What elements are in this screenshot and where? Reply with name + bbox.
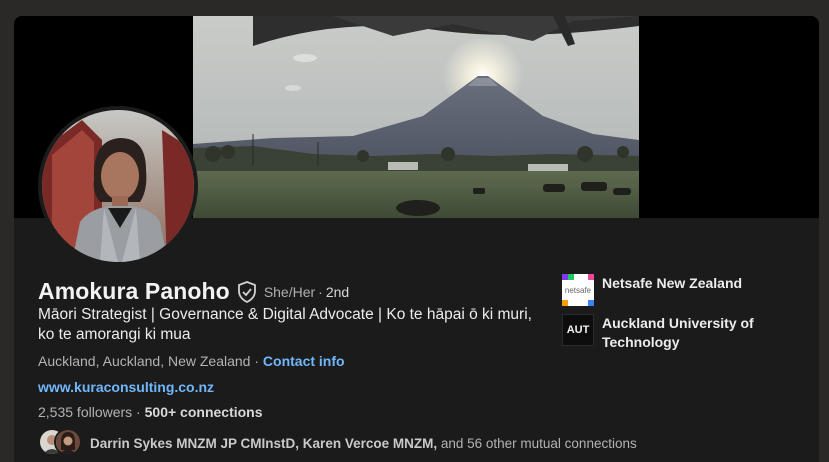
mutual-rest: and 56 other mutual connections	[437, 435, 637, 451]
followers-count: 2,535 followers	[38, 404, 133, 420]
profile-headline: Māori Strategist | Governance & Digital …	[38, 306, 532, 343]
company-name: Netsafe New Zealand	[602, 275, 743, 291]
profile-name: Amokura Panoho	[38, 278, 230, 304]
profile-card: Amokura Panoho She/Her · 2nd Māori Strat…	[14, 16, 819, 462]
name-row: Amokura Panoho She/Her · 2nd	[38, 278, 349, 305]
mutual-avatars	[38, 428, 84, 458]
connection-degree: 2nd	[325, 283, 350, 300]
experience-education-list: netsafe Netsafe New Zealand AUT Auckland…	[562, 274, 802, 360]
location-row: Auckland, Auckland, New Zealand · Contac…	[38, 353, 345, 369]
aut-logo-icon: AUT	[562, 314, 594, 346]
location-text: Auckland, Auckland, New Zealand	[38, 353, 251, 369]
connections-count[interactable]: 500+ connections	[145, 404, 263, 420]
banner-image	[193, 16, 639, 218]
aut-logo-text: AUT	[566, 324, 590, 336]
netsafe-logo-text: netsafe	[564, 285, 592, 295]
pronouns: She/Her	[263, 283, 316, 300]
separator-dot: ·	[318, 283, 323, 300]
netsafe-logo-icon: netsafe	[562, 274, 594, 306]
website-link[interactable]: www.kuraconsulting.co.nz	[38, 379, 214, 395]
mutual-connections-text[interactable]: Darrin Sykes MNZM JP CMInstD, Karen Verc…	[90, 436, 637, 451]
stats-row: 2,535 followers · 500+ connections	[38, 404, 263, 420]
mutual-avatar-2	[54, 428, 82, 456]
company-aut[interactable]: AUT Auckland University of Technology	[562, 314, 802, 352]
stats-separator: ·	[132, 404, 145, 420]
company-name: Auckland University of Technology	[602, 315, 754, 350]
verified-shield-icon[interactable]	[237, 280, 257, 303]
location-separator: ·	[250, 353, 263, 369]
mutual-connections[interactable]: Darrin Sykes MNZM JP CMInstD, Karen Verc…	[38, 428, 637, 458]
profile-avatar[interactable]	[38, 106, 198, 266]
mutual-names: Darrin Sykes MNZM JP CMInstD, Karen Verc…	[90, 435, 438, 451]
contact-info-link[interactable]: Contact info	[263, 353, 345, 369]
company-netsafe[interactable]: netsafe Netsafe New Zealand	[562, 274, 802, 306]
